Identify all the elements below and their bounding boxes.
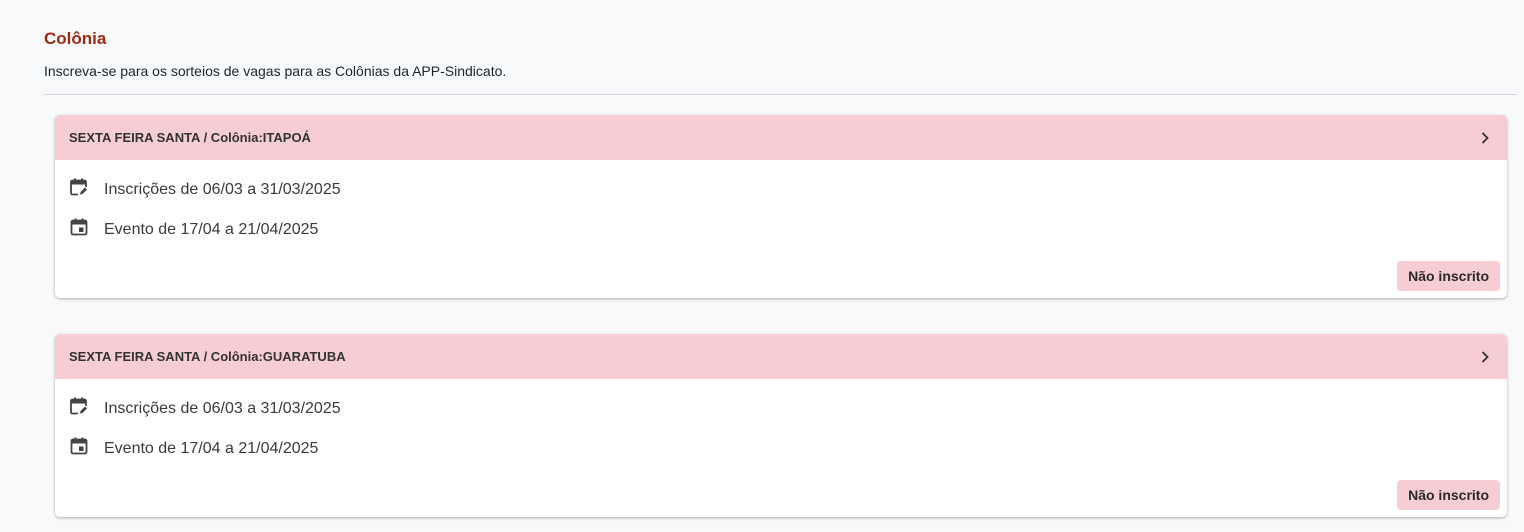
colonia-card-list: SEXTA FEIRA SANTA / Colônia:ITAPOÁ Inscr… — [55, 115, 1507, 532]
card-title: SEXTA FEIRA SANTA / Colônia:GUARATUBA — [69, 349, 346, 364]
registration-text: Inscrições de 06/03 a 31/03/2025 — [104, 400, 341, 417]
chevron-right-icon[interactable] — [1479, 131, 1491, 144]
event-period: Evento de 17/04 a 21/04/2025 — [69, 437, 1493, 461]
page: Colônia Inscreva-se para os sorteios de … — [0, 0, 1524, 532]
card-header[interactable]: SEXTA FEIRA SANTA / Colônia:GUARATUBA — [55, 334, 1507, 379]
card-body: Inscrições de 06/03 a 31/03/2025 Evento … — [55, 160, 1507, 242]
page-title: Colônia — [44, 29, 107, 48]
event-text: Evento de 17/04 a 21/04/2025 — [104, 221, 319, 238]
registration-period: Inscrições de 06/03 a 31/03/2025 — [69, 397, 1493, 421]
card-header[interactable]: SEXTA FEIRA SANTA / Colônia:ITAPOÁ — [55, 115, 1507, 160]
event-period: Evento de 17/04 a 21/04/2025 — [69, 218, 1493, 242]
colonia-card: SEXTA FEIRA SANTA / Colônia:ITAPOÁ Inscr… — [55, 115, 1507, 298]
colonia-card: SEXTA FEIRA SANTA / Colônia:GUARATUBA In… — [55, 334, 1507, 517]
card-title: SEXTA FEIRA SANTA / Colônia:ITAPOÁ — [69, 130, 311, 145]
registration-text: Inscrições de 06/03 a 31/03/2025 — [104, 181, 341, 198]
card-body: Inscrições de 06/03 a 31/03/2025 Evento … — [55, 379, 1507, 461]
status-badge: Não inscrito — [1397, 480, 1500, 510]
calendar-event-icon — [69, 217, 89, 237]
event-text: Evento de 17/04 a 21/04/2025 — [104, 440, 319, 457]
calendar-edit-icon — [69, 177, 89, 197]
page-subtitle: Inscreva-se para os sorteios de vagas pa… — [44, 63, 507, 79]
registration-period: Inscrições de 06/03 a 31/03/2025 — [69, 178, 1493, 202]
calendar-edit-icon — [69, 396, 89, 416]
status-badge: Não inscrito — [1397, 261, 1500, 291]
divider — [44, 94, 1517, 95]
calendar-event-icon — [69, 436, 89, 456]
chevron-right-icon[interactable] — [1479, 350, 1491, 363]
